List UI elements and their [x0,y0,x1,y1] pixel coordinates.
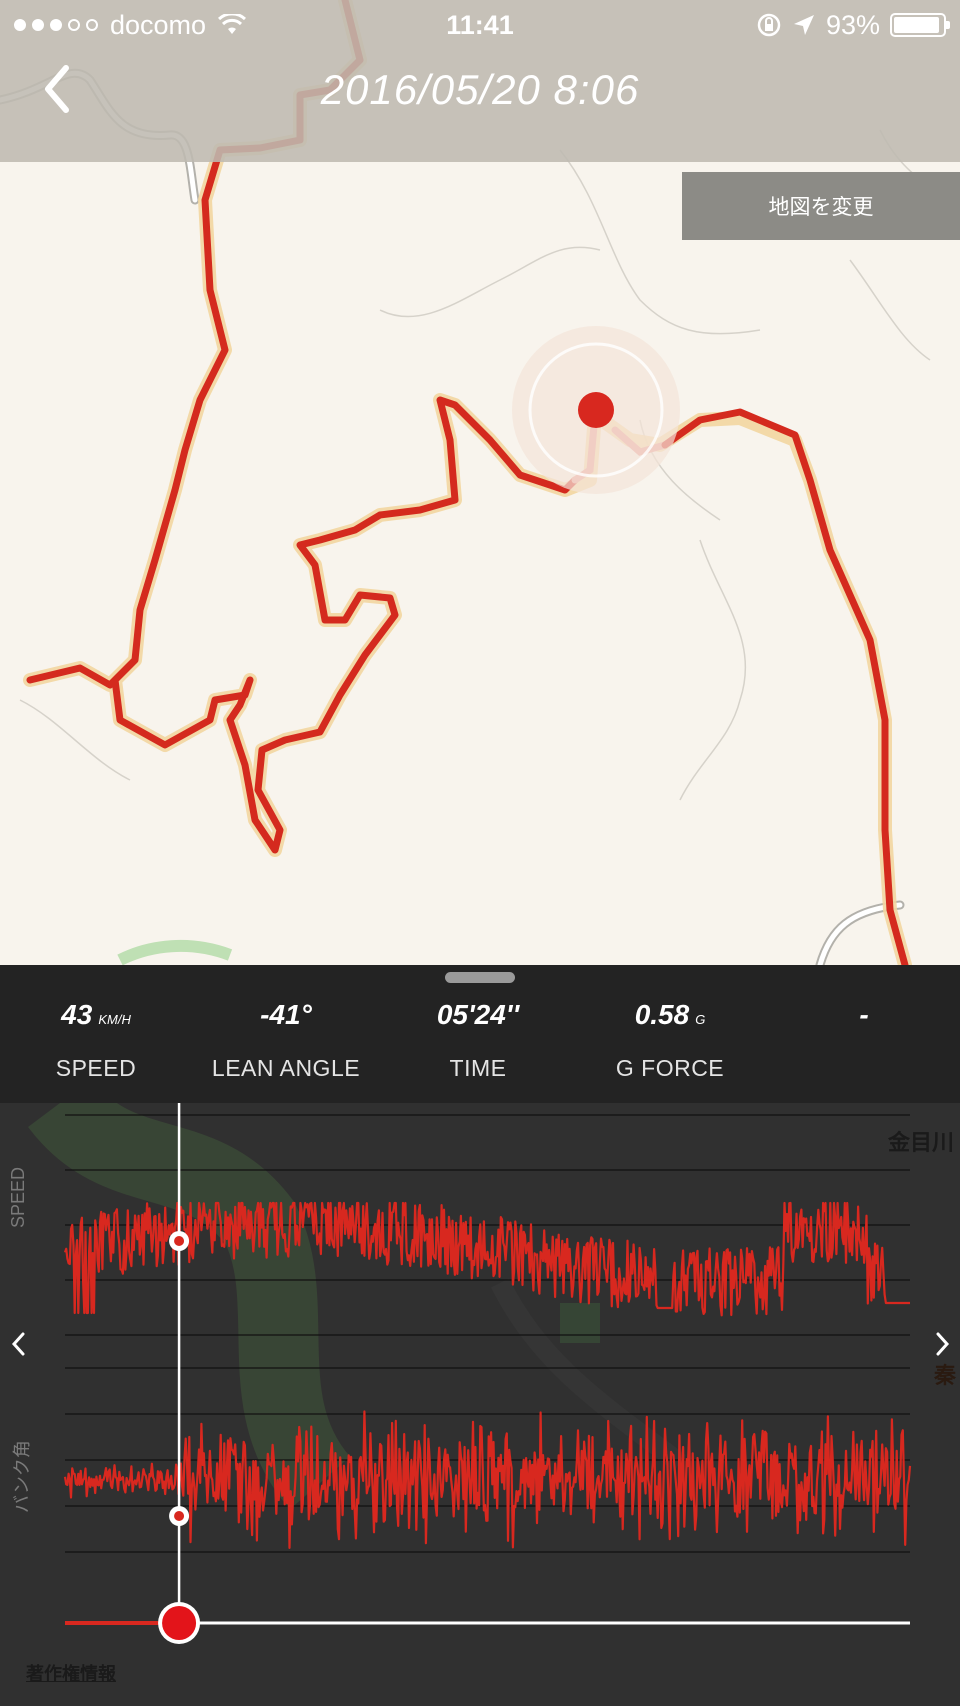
previous-chevron-icon[interactable] [3,1324,33,1364]
copyright-link[interactable]: 著作権情報 [26,1660,116,1686]
stat-extra-value: - [859,999,869,1030]
stat-g-unit: G [695,1012,706,1027]
speed-series-line [63,1201,910,1317]
speed-playhead-dot-center [174,1236,185,1246]
location-arrow-icon [793,15,814,35]
drag-handle[interactable] [445,972,515,983]
page-title: 2016/05/20 8:06 [320,66,640,113]
lean-axis-label: バンク角 [12,1440,32,1513]
status-right: 93% [756,8,950,42]
stat-lean-value: -41° [260,999,312,1030]
stat-lean-label: LEAN ANGLE [211,1055,361,1081]
stats-bar: 43 KM/H SPEED -41° LEAN ANGLE 05'24'' TIM… [0,965,960,1103]
battery-percent: 93% [825,10,880,40]
timeline-knob-center [162,1606,197,1640]
top-bar: docomo 11:41 93% 2016/05/20 8:06 [0,0,960,162]
position-marker [578,392,614,428]
battery-icon [890,13,950,37]
stat-time-label: TIME [449,1055,507,1081]
lean-series-line [63,1410,912,1549]
stat-speed-unit: KM/H [98,1012,131,1027]
stat-time-value: 05'24'' [436,999,520,1030]
map-underlay [28,1103,686,1510]
stat-speed-label: SPEED [55,1055,137,1081]
change-map-button[interactable]: 地図を変更 [682,172,960,240]
stat-speed-value: 43 [61,999,93,1030]
data-panel: 43 KM/H SPEED -41° LEAN ANGLE 05'24'' TIM… [0,965,960,1706]
orientation-lock-icon [757,13,781,37]
graph-area[interactable]: SPEED バンク角 金目川 秦 [0,1103,960,1706]
stat-g-value: 0.58 [634,999,690,1030]
map-label-river: 金目川 [888,1130,955,1155]
speed-axis-label: SPEED [8,1166,28,1228]
lean-playhead-dot-center [174,1511,185,1521]
map-label-partial: 秦 [934,1363,957,1388]
stat-g-label: G FORCE [615,1055,725,1081]
